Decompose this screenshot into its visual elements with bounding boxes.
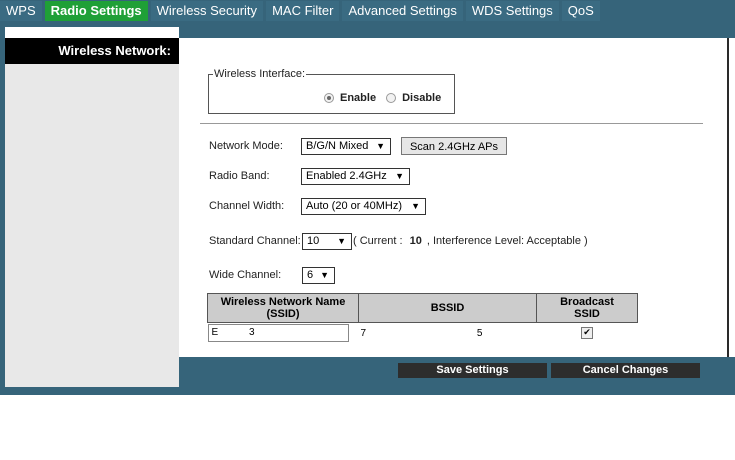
current-channel-info: ( Current : 10 , Interference Level: Acc…	[353, 235, 588, 247]
network-mode-select[interactable]: B/G/N Mixed ▼	[301, 138, 391, 155]
bssid-value-part-a: 7	[360, 327, 367, 339]
channel-width-label: Channel Width:	[209, 200, 285, 212]
chevron-down-icon: ▼	[395, 171, 404, 181]
bssid-value-part-b: 5	[476, 327, 483, 339]
ssid-header-line1: Wireless Network Name	[220, 296, 346, 308]
tab-wireless-security[interactable]: Wireless Security	[150, 1, 264, 21]
current-channel-value: 10	[409, 235, 422, 247]
save-settings-button[interactable]: Save Settings	[398, 363, 547, 378]
broadcast-column-header: Broadcast SSID	[536, 293, 638, 323]
tab-wds-settings[interactable]: WDS Settings	[465, 1, 559, 21]
ssid-table: Wireless Network Name (SSID) BSSID Broad…	[207, 293, 638, 343]
wide-channel-select[interactable]: 6 ▼	[302, 267, 335, 284]
bssid-column-header: BSSID	[358, 293, 537, 323]
interference-text: , Interference Level: Acceptable )	[426, 235, 588, 247]
footer-bar: Save Settings Cancel Changes	[179, 357, 735, 388]
wide-channel-label: Wide Channel:	[209, 269, 282, 281]
broadcast-header-line2: SSID	[574, 308, 600, 320]
channel-width-select[interactable]: Auto (20 or 40MHz) ▼	[301, 198, 426, 215]
standard-channel-select[interactable]: 10 ▼	[302, 233, 352, 250]
enable-radio[interactable]	[324, 93, 334, 103]
current-prefix: ( Current :	[353, 235, 403, 247]
wireless-interface-group: Wireless Interface: Enable Disable	[208, 68, 455, 114]
ssid-header-line2: (SSID)	[266, 308, 300, 320]
disable-radio[interactable]	[386, 93, 397, 103]
cancel-changes-button[interactable]: Cancel Changes	[551, 363, 700, 378]
sidebar-title: Wireless Network:	[5, 38, 179, 64]
ssid-column-header: Wireless Network Name (SSID)	[207, 293, 359, 323]
section-divider	[200, 123, 703, 124]
radio-band-value: Enabled 2.4GHz	[306, 170, 387, 182]
enable-label: Enable	[340, 92, 377, 104]
tab-qos[interactable]: QoS	[561, 1, 600, 21]
radio-band-select[interactable]: Enabled 2.4GHz ▼	[301, 168, 410, 185]
tab-bar: WPS Radio Settings Wireless Security MAC…	[0, 0, 735, 23]
sidebar	[5, 64, 179, 387]
wide-channel-value: 6	[307, 269, 314, 281]
tab-radio-settings[interactable]: Radio Settings	[44, 1, 148, 21]
chevron-down-icon: ▼	[411, 201, 420, 211]
chevron-down-icon: ▼	[320, 270, 329, 280]
standard-channel-label: Standard Channel:	[209, 235, 301, 247]
tab-wps[interactable]: WPS	[0, 1, 42, 21]
radio-band-label: Radio Band:	[209, 170, 270, 182]
main-content: Wireless Interface: Enable Disable Netwo…	[179, 38, 727, 357]
bottom-strip	[0, 388, 735, 395]
channel-width-value: Auto (20 or 40MHz)	[306, 200, 402, 212]
ssid-value-part-b: 3	[248, 327, 255, 338]
broadcast-header-line1: Broadcast	[560, 296, 614, 308]
sidebar-top-strip	[5, 27, 179, 38]
scan-aps-button[interactable]: Scan 2.4GHz APs	[401, 137, 507, 155]
chevron-down-icon: ▼	[376, 141, 385, 151]
tab-advanced-settings[interactable]: Advanced Settings	[342, 1, 463, 21]
wireless-interface-legend: Wireless Interface:	[214, 68, 306, 80]
network-mode-value: B/G/N Mixed	[306, 140, 369, 152]
broadcast-cell: ✔	[537, 323, 638, 344]
ssid-table-header: Wireless Network Name (SSID) BSSID Broad…	[207, 293, 638, 323]
ssid-cell: E 3	[207, 323, 359, 344]
standard-channel-value: 10	[307, 235, 320, 247]
ssid-value-part-a: E	[211, 327, 219, 338]
wireless-interface-radios: Enable Disable	[324, 92, 451, 104]
table-row: E 3 7 5 ✔	[207, 323, 638, 344]
network-mode-label: Network Mode:	[209, 140, 283, 152]
chevron-down-icon: ▼	[337, 236, 346, 246]
right-edge	[727, 38, 735, 357]
ssid-input[interactable]: E 3	[207, 324, 349, 342]
bssid-cell: 7 5	[359, 323, 537, 344]
broadcast-ssid-checkbox[interactable]: ✔	[581, 327, 593, 339]
tab-mac-filter[interactable]: MAC Filter	[266, 1, 340, 21]
disable-label: Disable	[402, 92, 442, 104]
